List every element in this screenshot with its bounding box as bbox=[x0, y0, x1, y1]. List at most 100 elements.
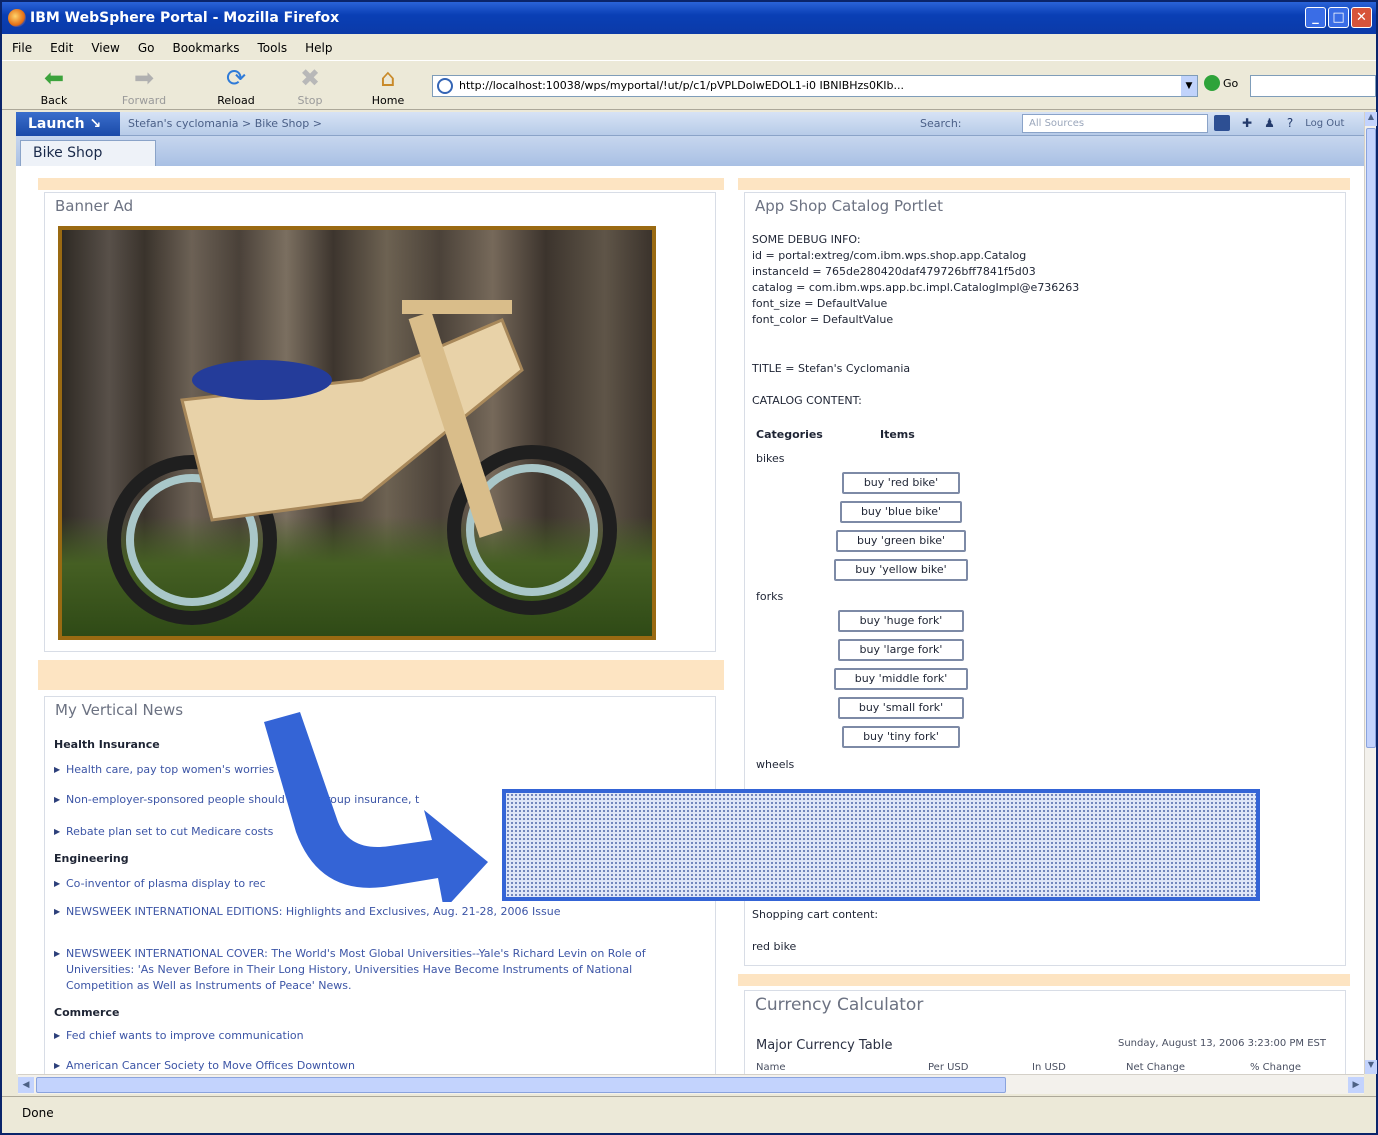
address-dropdown-icon[interactable]: ▼ bbox=[1181, 76, 1197, 96]
status-text: Done bbox=[22, 1106, 54, 1120]
launch-button[interactable]: Launch ↘ bbox=[16, 112, 120, 136]
vertical-scrollbar[interactable]: ▲ ▼ bbox=[1364, 112, 1377, 1074]
back-button[interactable]: ⬅ Back bbox=[24, 65, 84, 107]
menu-tools[interactable]: Tools bbox=[258, 41, 288, 55]
cart-label: Shopping cart content: bbox=[752, 908, 879, 921]
search-go-icon[interactable] bbox=[1214, 115, 1230, 131]
col-name: Name bbox=[756, 1062, 786, 1073]
col-in-usd: In USD bbox=[1032, 1062, 1066, 1073]
news-item[interactable]: NEWSWEEK INTERNATIONAL EDITIONS: Highlig… bbox=[54, 904, 678, 920]
title-bar: IBM WebSphere Portal - Mozilla Firefox _… bbox=[2, 2, 1376, 34]
buy-small-fork-button[interactable]: buy 'small fork' bbox=[838, 697, 964, 719]
horizontal-scrollbar[interactable]: ◀ ▶ bbox=[18, 1074, 1364, 1094]
forward-arrow-icon: ➡ bbox=[133, 64, 155, 92]
window-title: IBM WebSphere Portal - Mozilla Firefox bbox=[30, 10, 340, 26]
address-bar[interactable]: http://localhost:10038/wps/myportal/!ut/… bbox=[432, 75, 1198, 97]
menu-go[interactable]: Go bbox=[138, 41, 155, 55]
go-icon bbox=[1204, 75, 1220, 91]
menu-bar: File Edit View Go Bookmarks Tools Help bbox=[2, 36, 1376, 60]
add-icon[interactable]: ✚ bbox=[1242, 116, 1252, 130]
category-forks: forks bbox=[756, 590, 784, 603]
menu-view[interactable]: View bbox=[91, 41, 119, 55]
scroll-down-icon[interactable]: ▼ bbox=[1365, 1060, 1377, 1074]
buy-huge-fork-button[interactable]: buy 'huge fork' bbox=[838, 610, 964, 632]
col-items: Items bbox=[880, 428, 915, 441]
menu-file[interactable]: File bbox=[12, 41, 32, 55]
firefox-icon bbox=[8, 9, 26, 27]
page-tab-row: Bike Shop bbox=[16, 136, 1364, 166]
catalog-title-line: TITLE = Stefan's Cyclomania bbox=[752, 362, 911, 375]
status-bar: Done bbox=[2, 1096, 1376, 1133]
address-text: http://localhost:10038/wps/myportal/!ut/… bbox=[459, 79, 904, 92]
buy-tiny-fork-button[interactable]: buy 'tiny fork' bbox=[842, 726, 960, 748]
portlet-header-bar bbox=[38, 660, 724, 690]
col-categories: Categories bbox=[756, 428, 823, 441]
col-pct-change: % Change bbox=[1250, 1062, 1301, 1073]
buy-red-bike-button[interactable]: buy 'red bike' bbox=[842, 472, 960, 494]
forward-button[interactable]: ➡ Forward bbox=[114, 65, 174, 107]
menu-help[interactable]: Help bbox=[305, 41, 332, 55]
news-item[interactable]: Co-inventor of plasma display to rec bbox=[54, 876, 266, 892]
reload-icon: ⟳ bbox=[225, 64, 247, 92]
navigation-toolbar: ⬅ Back ➡ Forward ⟳ Reload ✖ Stop ⌂ Home … bbox=[2, 60, 1376, 110]
reload-button[interactable]: ⟳ Reload bbox=[206, 65, 266, 107]
bike-photo bbox=[58, 226, 656, 640]
news-item[interactable]: NEWSWEEK INTERNATIONAL COVER: The World'… bbox=[54, 946, 690, 994]
currency-title: Currency Calculator bbox=[755, 995, 924, 1015]
scroll-left-icon[interactable]: ◀ bbox=[18, 1077, 34, 1093]
portal-nav-bar: Launch ↘ Stefan's cyclomania > Bike Shop… bbox=[16, 112, 1376, 136]
breadcrumb[interactable]: Stefan's cyclomania > Bike Shop > bbox=[128, 117, 322, 130]
scroll-up-icon[interactable]: ▲ bbox=[1365, 112, 1377, 126]
news-item[interactable]: Fed chief wants to improve communication bbox=[54, 1028, 304, 1044]
search-label: Search: bbox=[920, 117, 962, 130]
tab-bike-shop[interactable]: Bike Shop bbox=[20, 140, 156, 166]
col-net-change: Net Change bbox=[1126, 1062, 1186, 1073]
buy-yellow-bike-button[interactable]: buy 'yellow bike' bbox=[834, 559, 968, 581]
vertical-scroll-thumb[interactable] bbox=[1366, 128, 1376, 748]
page-icon bbox=[437, 78, 453, 94]
news-item[interactable]: American Cancer Society to Move Offices … bbox=[54, 1058, 355, 1074]
debug-info: SOME DEBUG INFO: id = portal:extreg/com.… bbox=[752, 233, 1080, 326]
close-button[interactable]: ✕ bbox=[1351, 7, 1372, 28]
buy-blue-bike-button[interactable]: buy 'blue bike' bbox=[840, 501, 962, 523]
maximize-button[interactable]: □ bbox=[1328, 7, 1349, 28]
buy-green-bike-button[interactable]: buy 'green bike' bbox=[836, 530, 966, 552]
user-icon[interactable]: ♟ bbox=[1264, 116, 1275, 130]
currency-table-title: Major Currency Table bbox=[756, 1038, 893, 1053]
catalog-content-label: CATALOG CONTENT: bbox=[752, 394, 862, 407]
currency-date: Sunday, August 13, 2006 3:23:00 PM EST bbox=[1118, 1038, 1326, 1049]
category-bikes: bikes bbox=[756, 452, 785, 465]
menu-edit[interactable]: Edit bbox=[50, 41, 73, 55]
portlet-header-bar bbox=[38, 178, 724, 190]
browser-window: IBM WebSphere Portal - Mozilla Firefox _… bbox=[0, 0, 1378, 1135]
drag-drop-overlay bbox=[502, 789, 1260, 901]
portlet-header-bar bbox=[738, 178, 1350, 190]
news-title: My Vertical News bbox=[55, 701, 184, 719]
home-button[interactable]: ⌂ Home bbox=[358, 65, 418, 107]
minimize-button[interactable]: _ bbox=[1305, 7, 1326, 28]
buy-middle-fork-button[interactable]: buy 'middle fork' bbox=[834, 668, 968, 690]
drag-arrow-icon bbox=[264, 712, 488, 902]
stop-icon: ✖ bbox=[299, 64, 321, 92]
stop-button[interactable]: ✖ Stop bbox=[280, 65, 340, 107]
portal-search-input[interactable]: All Sources bbox=[1022, 114, 1208, 133]
back-arrow-icon: ⬅ bbox=[43, 64, 65, 92]
browser-search-field[interactable] bbox=[1250, 75, 1376, 97]
logout-link[interactable]: Log Out bbox=[1305, 118, 1344, 129]
news-heading-commerce: Commerce bbox=[54, 1006, 120, 1019]
balance-bike-image bbox=[107, 300, 617, 625]
col-per-usd: Per USD bbox=[928, 1062, 969, 1073]
news-heading-health: Health Insurance bbox=[54, 738, 160, 751]
portlet-header-bar bbox=[738, 974, 1350, 986]
buy-large-fork-button[interactable]: buy 'large fork' bbox=[838, 639, 964, 661]
cart-item: red bike bbox=[752, 940, 797, 953]
home-icon: ⌂ bbox=[380, 64, 396, 92]
scroll-right-icon[interactable]: ▶ bbox=[1348, 1077, 1364, 1093]
menu-bookmarks[interactable]: Bookmarks bbox=[172, 41, 239, 55]
category-wheels: wheels bbox=[756, 758, 795, 771]
catalog-title: App Shop Catalog Portlet bbox=[755, 197, 943, 215]
portal-content: Banner Ad My Vertical News Health Insura… bbox=[16, 166, 1364, 1074]
help-icon[interactable]: ? bbox=[1287, 116, 1293, 130]
horizontal-scroll-thumb[interactable] bbox=[36, 1077, 1006, 1093]
go-button[interactable]: Go bbox=[1204, 75, 1238, 91]
